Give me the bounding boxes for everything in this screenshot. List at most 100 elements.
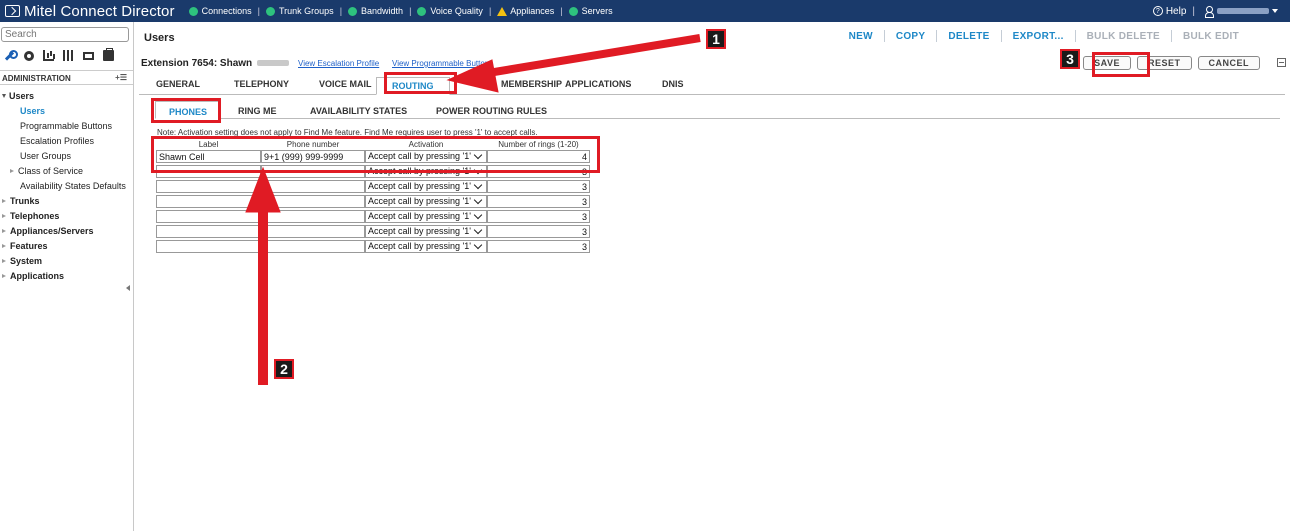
sidebar-item-users[interactable]: Users [0,88,133,103]
phone-number-input[interactable] [261,195,365,208]
subtab-ring-me[interactable]: RING ME [238,106,277,116]
delete-button[interactable]: DELETE [937,31,1000,42]
sidebar-item-user-groups[interactable]: User Groups [0,148,133,163]
cancel-button[interactable]: CANCEL [1197,56,1260,70]
collapsed-icon[interactable] [2,258,6,263]
collapsed-icon[interactable] [2,273,6,278]
subtab-availability-states[interactable]: AVAILABILITY STATES [310,106,407,116]
sidebar-item-telephones[interactable]: Telephones [0,208,133,223]
expand-all-icon[interactable]: +☰ [115,73,127,82]
chevron-down-icon [473,195,483,205]
number-of-rings-input[interactable] [487,195,590,208]
tab-voice-mail[interactable]: VOICE MAIL [319,79,372,89]
activation-select[interactable]: Accept call by pressing '1' [365,210,487,223]
sidebar-item-features[interactable]: Features [0,238,133,253]
sidebar-item-label: Appliances/Servers [10,225,94,236]
phone-number-input[interactable] [261,210,365,223]
separator: | [1192,5,1195,17]
status-dot-icon [266,6,275,16]
label-input[interactable] [156,195,261,208]
activation-select[interactable]: Accept call by pressing '1' [365,195,487,208]
export-button[interactable]: EXPORT... [1002,31,1075,42]
collapsed-icon[interactable] [2,228,6,233]
activation-select[interactable]: Accept call by pressing '1' [365,225,487,238]
tab-telephony[interactable]: TELEPHONY [234,79,289,89]
sidebar-item-programmable-buttons[interactable]: Programmable Buttons [0,118,133,133]
barcode-icon[interactable] [63,50,74,61]
chart-icon[interactable] [43,50,54,61]
administration-header[interactable]: ADMINISTRATION +☰ [0,70,133,85]
copy-button[interactable]: COPY [885,31,937,42]
label-input[interactable] [156,210,261,223]
surname-redacted [256,60,289,67]
wrench-icon[interactable] [4,50,18,61]
status-dot-icon [188,6,198,16]
sidebar-item-trunks[interactable]: Trunks [0,193,133,208]
chevron-down-icon [473,180,483,190]
chevron-down-icon [473,225,483,235]
activation-select[interactable]: Accept call by pressing '1' [365,180,487,193]
phone-number-input[interactable] [261,240,365,253]
collapse-sidebar-icon[interactable] [126,285,130,291]
status-label: Servers [581,6,613,16]
sidebar-item-applications[interactable]: Applications [0,268,133,283]
collapsed-icon[interactable] [2,213,6,218]
new-button[interactable]: NEW [838,31,884,42]
tab-dnis[interactable]: DNIS [662,79,684,89]
tab-membership[interactable]: MEMBERSHIP [501,79,562,89]
sidebar-item-label: Users [9,90,35,101]
subtab-power-routing-rules[interactable]: POWER ROUTING RULES [436,106,547,116]
number-of-rings-input[interactable] [487,240,590,253]
status-bar: Connections | Trunk Groups | Bandwidth | Voice… [188,6,613,16]
collapsed-icon[interactable] [10,168,14,173]
panel-menu-icon[interactable] [1277,58,1286,67]
status-connections[interactable]: Connections [188,6,252,16]
sidebar-item-users[interactable]: Users [0,103,133,118]
tab-general[interactable]: GENERAL [156,79,200,89]
toolbox-icon[interactable] [103,48,114,61]
status-voice-quality[interactable]: Voice Quality [417,6,483,16]
activation-select[interactable]: Accept call by pressing '1' [365,240,487,253]
sidebar-toolbar [4,48,114,61]
search-input[interactable] [1,27,129,42]
status-dot-icon [348,6,358,16]
sidebar-item-class-of-service[interactable]: Class of Service [0,163,133,178]
separator: | [488,6,492,16]
help-icon[interactable]: ? [1152,6,1163,16]
sidebar-item-label: Availability States Defaults [20,180,126,191]
sidebar-item-system[interactable]: System [0,253,133,268]
help-link[interactable]: Help [1166,6,1187,17]
user-icon[interactable] [1205,6,1214,18]
label-input[interactable] [156,180,261,193]
chevron-down-icon[interactable] [1272,9,1278,13]
sidebar-item-escalation-profiles[interactable]: Escalation Profiles [0,133,133,148]
activation-value: Accept call by pressing '1' [368,196,471,206]
view-escalation-profile-link[interactable]: View Escalation Profile [298,59,379,68]
status-trunk-groups[interactable]: Trunk Groups [266,6,334,16]
phone-number-input[interactable] [261,180,365,193]
sidebar-item-availability-states-defaults[interactable]: Availability States Defaults [0,178,133,193]
status-dot-icon [417,6,427,16]
collapsed-icon[interactable] [2,198,6,203]
user-name-redacted[interactable] [1217,8,1269,14]
expanded-icon[interactable] [2,93,6,98]
number-of-rings-input[interactable] [487,210,590,223]
number-of-rings-input[interactable] [487,225,590,238]
status-label: Bandwidth [361,6,404,16]
sidebar-item-appliances-servers[interactable]: Appliances/Servers [0,223,133,238]
label-input[interactable] [156,240,261,253]
label-input[interactable] [156,225,261,238]
status-bandwidth[interactable]: Bandwidth [348,6,403,16]
number-of-rings-input[interactable] [487,180,590,193]
sidebar: ADMINISTRATION +☰ Users Users Programmable… [0,22,134,531]
phone-number-input[interactable] [261,225,365,238]
page-title: Users [144,32,175,44]
sidebar-item-label: User Groups [20,150,72,161]
status-appliances[interactable]: Appliances [497,6,554,16]
switch-icon[interactable] [83,52,94,60]
view-programmable-buttons-link[interactable]: View Programmable Buttons [392,59,493,68]
tab-applications[interactable]: APPLICATIONS [565,79,631,89]
collapsed-icon[interactable] [2,243,6,248]
status-servers[interactable]: Servers [568,6,613,16]
gear-icon[interactable] [24,51,34,61]
